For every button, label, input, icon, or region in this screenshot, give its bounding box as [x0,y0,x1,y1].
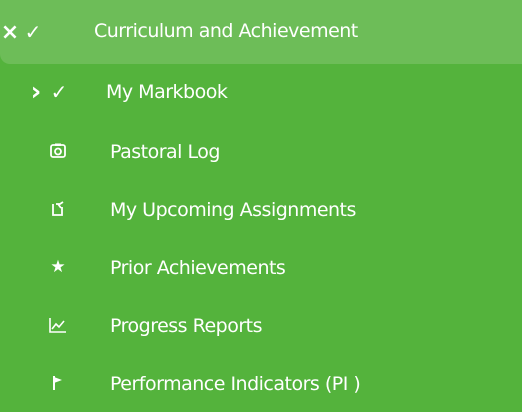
menu-item-my-markbook[interactable]: › ✓ My Markbook [0,64,522,122]
check-icon: ✓ [24,20,42,44]
line-chart-icon [48,316,68,334]
menu-header-label: Curriculum and Achievement [94,20,358,42]
assignment-hand-icon [49,200,67,218]
menu-item-pastoral-log[interactable]: Pastoral Log [0,124,522,182]
menu-item-my-upcoming-assignments[interactable]: My Upcoming Assignments [0,182,522,240]
collapse-icon[interactable]: × [0,16,20,48]
menu-item-label: Progress Reports [110,315,263,337]
menu-item-performance-indicators[interactable]: Performance Indicators (PI ) [0,356,522,412]
menu-item-label: My Markbook [106,81,228,103]
camera-icon [49,142,67,160]
menu-item-label: Prior Achievements [110,257,286,279]
menu-item-label: My Upcoming Assignments [110,199,356,221]
menu-item-label: Performance Indicators (PI ) [110,373,361,395]
menu-item-progress-reports[interactable]: Progress Reports [0,298,522,356]
chevron-right-icon[interactable]: › [28,76,44,108]
star-icon: ★ [50,257,66,277]
flag-icon [51,375,65,391]
menu-item-prior-achievements[interactable]: ★ Prior Achievements [0,240,522,298]
menu-header-curriculum-and-achievement[interactable]: × ✓ Curriculum and Achievement [0,0,522,64]
sidebar-menu: × ✓ Curriculum and Achievement › ✓ My Ma… [0,0,522,412]
menu-item-label: Pastoral Log [110,141,220,163]
check-icon: ✓ [50,80,68,104]
